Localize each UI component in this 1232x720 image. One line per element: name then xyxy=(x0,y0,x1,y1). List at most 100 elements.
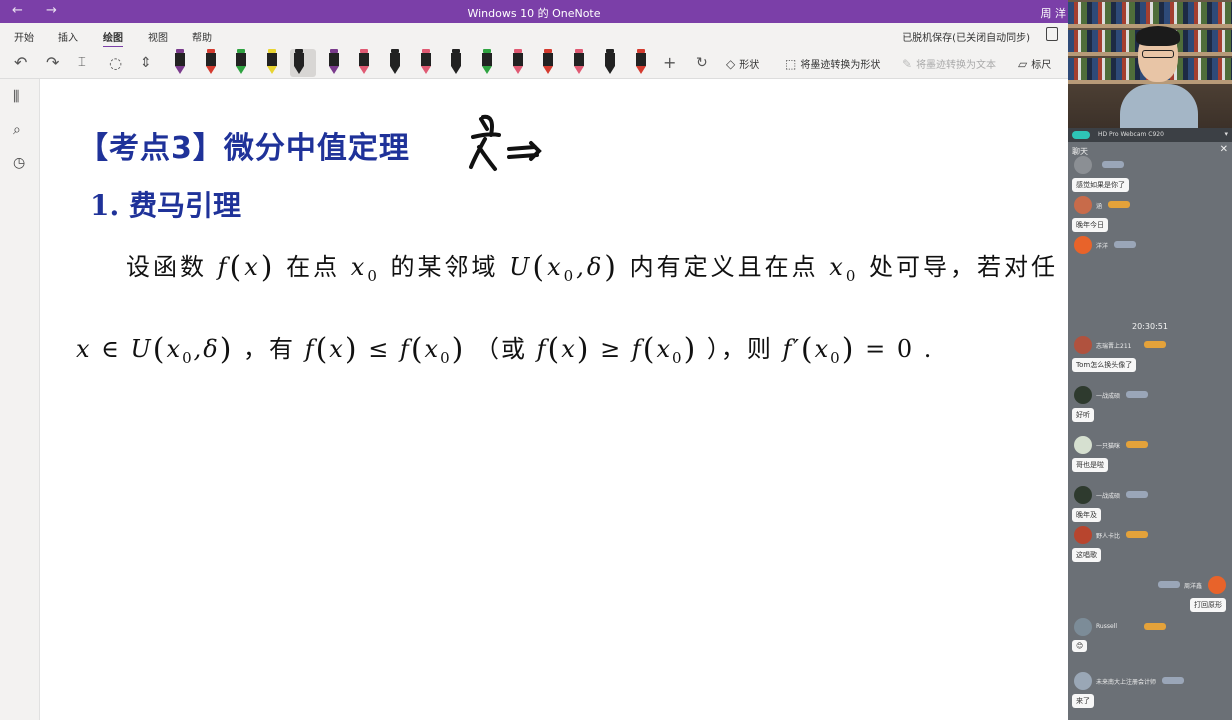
tab-draw[interactable]: 绘图 xyxy=(103,29,123,48)
add-pen-icon[interactable]: + xyxy=(663,53,676,73)
chat-bubble: 感觉如果是你了 xyxy=(1072,178,1129,192)
webcam-feed xyxy=(1068,0,1232,128)
avatar[interactable] xyxy=(1074,156,1092,174)
chat-username[interactable]: 一只猫咪 xyxy=(1096,441,1120,450)
avatar[interactable] xyxy=(1074,336,1092,354)
avatar[interactable] xyxy=(1074,526,1092,544)
search-icon[interactable]: ⌕ xyxy=(13,122,21,138)
pen-swatch[interactable] xyxy=(171,49,189,77)
ruler-button[interactable]: ▱ 标尺 xyxy=(1018,56,1051,71)
chat-username[interactable]: 涵 xyxy=(1096,201,1102,210)
chat-username[interactable]: 野人卡比 xyxy=(1096,531,1120,540)
math-x-in-u: x ∈ U(x0,δ) xyxy=(76,332,234,367)
pen-tip xyxy=(328,66,339,74)
avatar[interactable] xyxy=(1074,486,1092,504)
math-inequality-le: f(x) ≤ f(x0) xyxy=(304,332,466,367)
ink-replay-icon[interactable]: ↻ xyxy=(696,53,708,73)
user-level-badge xyxy=(1126,441,1148,448)
user-name[interactable]: 周 洋 xyxy=(1041,5,1067,21)
tab-view[interactable]: 视图 xyxy=(148,29,168,44)
tab-help[interactable]: 帮助 xyxy=(192,29,212,44)
pen-swatch[interactable] xyxy=(539,49,557,77)
ink-to-text-icon: ✎ xyxy=(902,57,913,71)
undo-icon[interactable]: ↶ xyxy=(14,53,27,73)
chat-username[interactable]: 周洋鑫 xyxy=(1184,581,1202,590)
chat-bubble: 打回原形 xyxy=(1190,598,1226,612)
pen-swatch[interactable] xyxy=(289,49,316,77)
recent-notes-icon[interactable]: ◷ xyxy=(13,155,25,171)
chat-username[interactable]: 未来南大上注册会计师 xyxy=(1096,677,1156,686)
pen-body xyxy=(635,53,646,66)
user-level-badge xyxy=(1126,391,1148,398)
redo-icon[interactable]: ↷ xyxy=(46,53,59,73)
pen-swatch[interactable] xyxy=(478,49,496,77)
text-fragment: ），则 xyxy=(706,335,773,363)
avatar[interactable] xyxy=(1074,386,1092,404)
chat-timestamp: 20:30:51 xyxy=(1132,322,1168,331)
close-icon[interactable]: ✕ xyxy=(1220,144,1228,155)
avatar[interactable] xyxy=(1208,576,1226,594)
ink-to-shape-button[interactable]: ⬚ 将墨迹转换为形状 xyxy=(785,56,880,71)
pen-tip xyxy=(451,66,462,74)
pen-tip xyxy=(635,66,646,74)
pen-swatch[interactable] xyxy=(601,49,619,77)
pen-swatch[interactable] xyxy=(355,49,373,77)
pen-swatch[interactable] xyxy=(570,49,588,77)
pen-swatch[interactable] xyxy=(325,49,343,77)
text-fragment: 处可导，若对任 xyxy=(869,253,1059,281)
pen-body xyxy=(420,53,431,66)
pen-swatch[interactable] xyxy=(202,49,220,77)
pen-tip xyxy=(205,66,216,74)
pen-swatch[interactable] xyxy=(447,49,465,77)
left-navigation: ⫼ ⌕ ◷ xyxy=(0,79,40,720)
chat-username[interactable]: 志瑞晋上211 xyxy=(1096,341,1131,350)
avatar[interactable] xyxy=(1074,672,1092,690)
tab-insert[interactable]: 插入 xyxy=(58,29,78,44)
pen-swatch[interactable] xyxy=(417,49,435,77)
ink-to-text-button[interactable]: ✎ 将墨迹转换为文本 xyxy=(902,56,996,71)
add-space-icon[interactable]: ⇕ xyxy=(140,53,152,73)
chat-username[interactable]: Russell xyxy=(1096,623,1117,630)
camera-toggle[interactable] xyxy=(1072,131,1090,139)
lasso-select-icon[interactable]: ◌ xyxy=(109,53,122,73)
avatar[interactable] xyxy=(1074,196,1092,214)
chat-bubble: Tom怎么换头像了 xyxy=(1072,358,1137,372)
text-fragment: ，有 xyxy=(243,335,296,363)
camera-selector[interactable]: HD Pro Webcam C920 ▾ xyxy=(1068,128,1232,142)
handwritten-ink-stroke xyxy=(469,114,542,171)
presenter-hair xyxy=(1136,26,1180,46)
pen-swatch[interactable] xyxy=(509,49,527,77)
math-inequality-ge: f(x) ≥ f(x0) xyxy=(536,332,698,367)
chat-username[interactable]: 洋洋 xyxy=(1096,241,1108,250)
avatar[interactable] xyxy=(1074,436,1092,454)
pen-tip xyxy=(175,66,185,74)
chat-username[interactable]: 一战成硕 xyxy=(1096,491,1120,500)
pen-swatch[interactable] xyxy=(263,49,281,77)
chevron-down-icon[interactable]: ▾ xyxy=(1224,130,1228,138)
avatar[interactable] xyxy=(1074,236,1092,254)
shapes-icon: ◇ xyxy=(726,57,736,71)
pen-body xyxy=(451,53,462,66)
notebooks-icon[interactable]: ⫼ xyxy=(13,89,19,105)
pen-swatch[interactable] xyxy=(386,49,404,77)
notebook-icon[interactable] xyxy=(1046,27,1058,41)
pen-body xyxy=(293,53,304,66)
chat-username[interactable]: 一战成硕 xyxy=(1096,391,1120,400)
pen-tip xyxy=(293,66,304,74)
pen-body xyxy=(604,53,615,66)
avatar[interactable] xyxy=(1074,618,1092,636)
pen-tip xyxy=(389,66,400,74)
note-page[interactable]: 【考点3】微分中值定理 1. 费马引理 设函数 f(x) 在点 x0 的某邻域 … xyxy=(40,79,1068,720)
window-title: Windows 10 的 OneNote xyxy=(467,7,601,20)
pen-swatch[interactable] xyxy=(232,49,250,77)
chat-bubble: 好听 xyxy=(1072,408,1094,422)
shapes-button[interactable]: ◇ 形状 xyxy=(726,56,759,71)
tab-home[interactable]: 开始 xyxy=(14,29,34,44)
chat-bubble: 😊 xyxy=(1072,640,1088,652)
camera-label: HD Pro Webcam C920 xyxy=(1098,131,1164,138)
text-fragment: 设函数 xyxy=(126,253,207,281)
type-select-icon[interactable]: ⌶ xyxy=(78,53,86,73)
pen-swatch[interactable] xyxy=(632,49,650,77)
text-fragment: 在点 xyxy=(286,253,341,281)
chat-bubble: 这唱歌 xyxy=(1072,548,1101,562)
